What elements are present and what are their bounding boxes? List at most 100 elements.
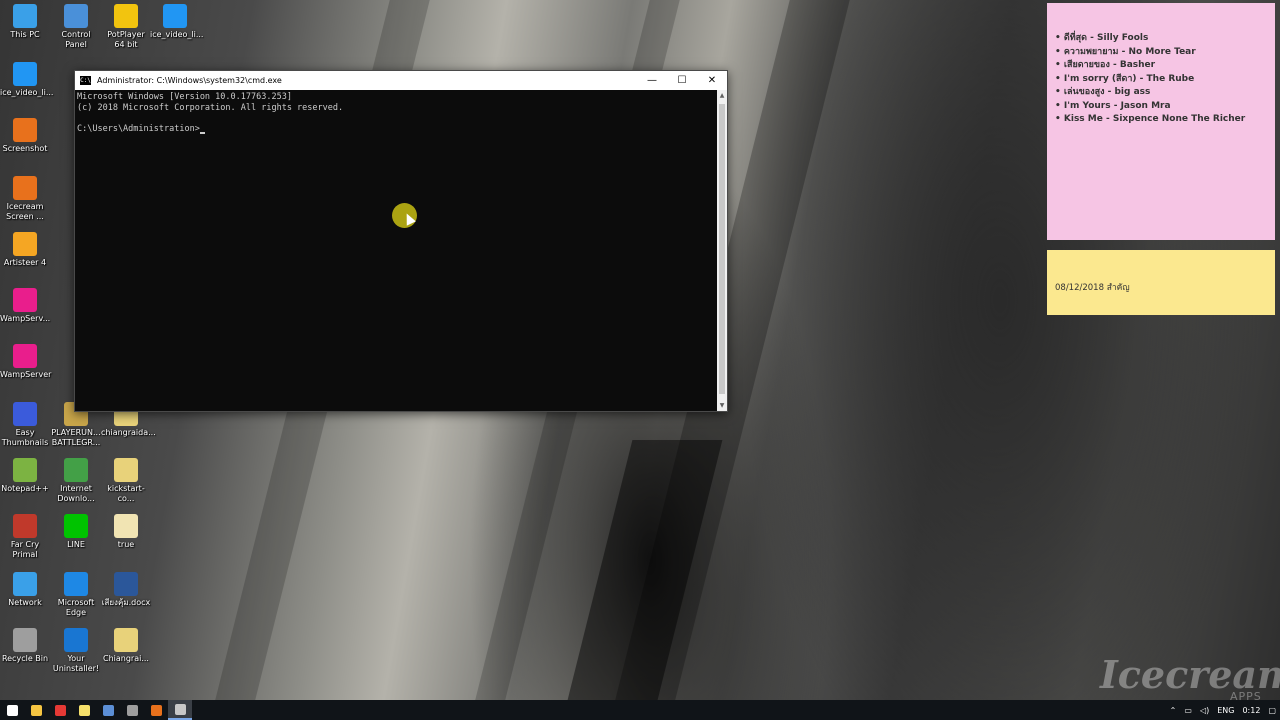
sticky-note-text: 08/12/2018 สำคัญ	[1055, 283, 1130, 293]
text-caret	[199, 132, 205, 135]
desktop-icon-label: WampServ...	[0, 314, 51, 323]
desktop-icon-label: Easy Thumbnails	[1, 428, 49, 447]
cmd-scrollbar[interactable]: ▲ ▼	[717, 90, 727, 411]
desktop-icon[interactable]: true	[101, 514, 151, 550]
taskbar-task-app[interactable]	[96, 700, 120, 720]
scroll-thumb[interactable]	[719, 104, 725, 394]
desktop-icon-label: kickstart-co...	[107, 484, 145, 503]
tray-caret-icon[interactable]: ⌃	[1166, 706, 1181, 715]
desktop-icon-label: ice_video_li...	[150, 30, 204, 39]
desktop-icon-label: Far Cry Primal	[10, 540, 40, 559]
desktop-icon[interactable]: kickstart-co...	[101, 458, 151, 504]
app-icon	[163, 4, 187, 28]
desktop-icon[interactable]: Your Uninstaller!	[51, 628, 101, 674]
desktop-icon[interactable]: WampServ...	[0, 288, 50, 324]
app-icon	[114, 514, 138, 538]
desktop-icon[interactable]: Notepad++	[0, 458, 50, 494]
desktop-icon[interactable]: Artisteer 4	[0, 232, 50, 268]
notification-icon[interactable]: ▢	[1264, 706, 1280, 715]
desktop-icon[interactable]: Chiangrai...	[101, 628, 151, 664]
cmd-icon: C:\	[80, 76, 91, 85]
close-button[interactable]: ✕	[697, 71, 727, 90]
scroll-down-icon[interactable]: ▼	[717, 402, 727, 409]
taskbar-app[interactable]	[120, 700, 144, 720]
desktop-icon[interactable]: LINE	[51, 514, 101, 550]
song-item: Kiss Me - Sixpence None The Richer	[1055, 113, 1275, 127]
desktop-icon[interactable]: ice_video_li...	[0, 62, 54, 98]
taskbar-icecream[interactable]	[144, 700, 168, 720]
song-item: ดีที่สุด - Silly Fools	[1055, 32, 1275, 46]
app-icon	[126, 704, 138, 716]
taskbar-cmd[interactable]	[168, 700, 192, 720]
app-icon	[13, 232, 37, 256]
desktop-icon-label: Microsoft Edge	[57, 598, 95, 617]
app-icon	[64, 572, 88, 596]
volume-icon[interactable]: ◁)	[1196, 706, 1213, 715]
language-indicator[interactable]: ENG	[1213, 706, 1238, 715]
chrome-icon	[54, 704, 66, 716]
desktop-icon-label: chiangraida...	[101, 428, 156, 437]
desktop-icon-label: เสียงคุ้ม.docx	[101, 598, 151, 607]
app-icon	[114, 628, 138, 652]
desktop-icon-label: Chiangrai...	[103, 654, 149, 663]
taskbar: ⌃ ▭ ◁) ENG 0:12 ▢	[0, 700, 1280, 720]
cmd-title-text: Administrator: C:\Windows\system32\cmd.e…	[97, 76, 282, 85]
desktop-icon[interactable]: ice_video_li...	[150, 4, 204, 40]
sticky-notes-icon	[78, 704, 90, 716]
app-icon	[13, 458, 37, 482]
desktop-icon[interactable]: WampServer	[0, 344, 51, 380]
desktop-icon-label: ice_video_li...	[0, 88, 54, 97]
taskbar-file-explorer[interactable]	[24, 700, 48, 720]
maximize-button[interactable]: ☐	[667, 71, 697, 90]
desktop-icon[interactable]: Icecream Screen ...	[0, 176, 50, 222]
desktop-icon[interactable]: Control Panel	[51, 4, 101, 50]
desktop-icon-label: Network	[8, 598, 42, 607]
desktop-icon-label: LINE	[67, 540, 85, 549]
cmd-line-copyright: (c) 2018 Microsoft Corporation. All righ…	[77, 102, 344, 113]
network-icon[interactable]: ▭	[1180, 706, 1196, 715]
sticky-note-songs[interactable]: ดีที่สุด - Silly Foolsความพยายาม - No Mo…	[1047, 3, 1275, 240]
taskbar-sticky-notes[interactable]	[72, 700, 96, 720]
minimize-button[interactable]: —	[637, 71, 667, 90]
cmd-icon	[174, 703, 186, 715]
desktop-icon[interactable]: Easy Thumbnails	[0, 402, 50, 448]
app-icon	[13, 62, 37, 86]
desktop-icon[interactable]: PotPlayer 64 bit	[101, 4, 151, 50]
desktop-icon[interactable]: Recycle Bin	[0, 628, 50, 664]
desktop-icon[interactable]: Far Cry Primal	[0, 514, 50, 560]
cmd-window[interactable]: C:\ Administrator: C:\Windows\system32\c…	[74, 70, 728, 412]
app-icon	[64, 628, 88, 652]
song-list: ดีที่สุด - Silly Foolsความพยายาม - No Mo…	[1047, 3, 1275, 127]
sticky-note-date[interactable]: 08/12/2018 สำคัญ	[1047, 250, 1275, 315]
app-icon	[114, 458, 138, 482]
start-icon	[6, 704, 18, 716]
song-item: I'm sorry (สีดา) - The Rube	[1055, 73, 1275, 87]
taskbar-items	[0, 700, 192, 720]
cmd-titlebar[interactable]: C:\ Administrator: C:\Windows\system32\c…	[75, 71, 727, 90]
song-item: เสียดายของ - Basher	[1055, 59, 1275, 73]
app-icon	[64, 458, 88, 482]
desktop-icon-label: Icecream Screen ...	[6, 202, 44, 221]
app-icon	[13, 514, 37, 538]
scroll-up-icon[interactable]: ▲	[717, 92, 727, 99]
app-icon	[114, 4, 138, 28]
song-item: เล่นของสูง - big ass	[1055, 86, 1275, 100]
desktop-icon[interactable]: Screenshot	[0, 118, 50, 154]
desktop-icon-label: true	[117, 540, 135, 549]
desktop-icon[interactable]: Network	[0, 572, 50, 608]
taskbar-start[interactable]	[0, 700, 24, 720]
taskbar-chrome[interactable]	[48, 700, 72, 720]
desktop-icon[interactable]: เสียงคุ้ม.docx	[101, 572, 151, 608]
desktop-icon[interactable]: Microsoft Edge	[51, 572, 101, 618]
clock[interactable]: 0:12	[1238, 706, 1264, 715]
app-icon	[13, 628, 37, 652]
app-icon	[13, 288, 37, 312]
desktop-icon[interactable]: This PC	[0, 4, 50, 40]
app-icon	[13, 4, 37, 28]
task-app-icon	[102, 704, 114, 716]
desktop-icon[interactable]: Internet Downlo...	[51, 458, 101, 504]
desktop-icon-label: Control Panel	[61, 30, 91, 49]
cmd-console[interactable]: Microsoft Windows [Version 10.0.17763.25…	[75, 90, 717, 411]
desktop-icon-label: PotPlayer 64 bit	[107, 30, 145, 49]
app-icon	[13, 176, 37, 200]
